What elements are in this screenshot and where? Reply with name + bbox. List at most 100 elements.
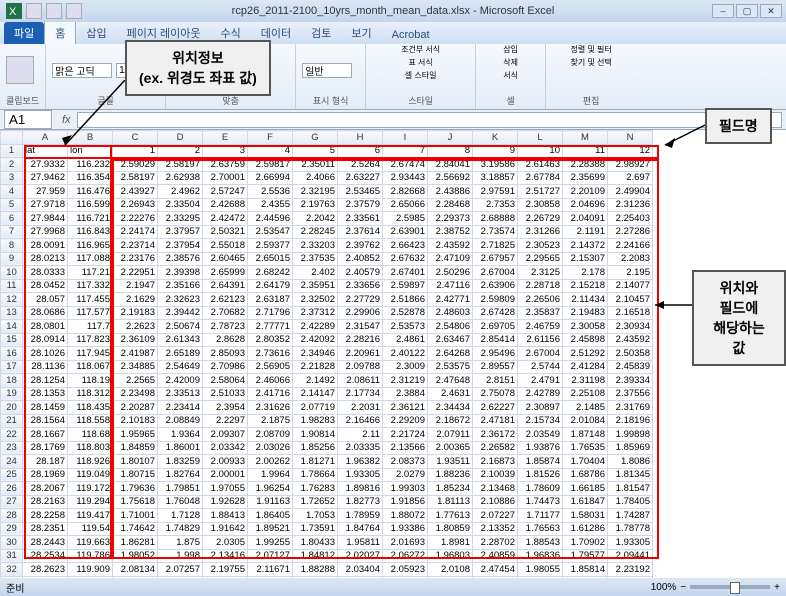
data-cell[interactable]: 2.30897 [518, 401, 563, 415]
data-cell[interactable]: 28.1353 [23, 387, 68, 401]
data-cell[interactable]: 28.1026 [23, 347, 68, 361]
data-cell[interactable]: 28.2623 [23, 563, 68, 577]
data-cell[interactable]: 2.42688 [203, 198, 248, 212]
data-cell[interactable]: 28.2534 [23, 549, 68, 563]
data-cell[interactable]: 1.78664 [293, 468, 338, 482]
data-cell[interactable]: 1.88543 [518, 536, 563, 550]
data-cell[interactable]: 1.875 [158, 536, 203, 550]
data-cell[interactable]: 1.85814 [563, 563, 608, 577]
data-cell[interactable]: 2.40579 [338, 266, 383, 280]
data-cell[interactable]: 116.476 [68, 185, 113, 199]
data-cell[interactable]: 2.67004 [518, 347, 563, 361]
select-all-cell[interactable] [1, 131, 23, 145]
data-cell[interactable]: 2.7353 [473, 198, 518, 212]
data-cell[interactable]: 28.0333 [23, 266, 68, 280]
data-cell[interactable]: 1.98283 [293, 414, 338, 428]
data-cell[interactable]: 2.69705 [473, 320, 518, 334]
data-cell[interactable]: 2.31266 [518, 225, 563, 239]
row-header-14[interactable]: 14 [1, 320, 23, 334]
data-cell[interactable]: 2.4861 [383, 333, 428, 347]
data-cell[interactable]: 2.07127 [248, 549, 293, 563]
data-cell[interactable]: 1.79851 [158, 482, 203, 496]
data-cell[interactable]: 2.1485 [563, 401, 608, 415]
data-cell[interactable]: 2.23414 [158, 401, 203, 415]
data-cell[interactable]: 2.3125 [518, 266, 563, 280]
data-cell[interactable]: 2.80352 [248, 333, 293, 347]
data-cell[interactable]: 2.64391 [203, 279, 248, 293]
data-cell[interactable]: 2.18672 [428, 414, 473, 428]
zoom-out-button[interactable]: − [680, 582, 686, 593]
data-cell[interactable]: 2.28718 [518, 279, 563, 293]
data-cell[interactable]: 28.0801 [23, 320, 68, 334]
data-cell[interactable]: 116.965 [68, 239, 113, 253]
data-cell[interactable]: 2.04696 [563, 198, 608, 212]
data-cell[interactable]: 2.10183 [113, 414, 158, 428]
data-cell[interactable]: 2.51033 [203, 387, 248, 401]
header-cell[interactable]: 9 [473, 144, 518, 158]
data-cell[interactable]: 1.76283 [293, 482, 338, 496]
data-cell[interactable]: 2.85414 [473, 333, 518, 347]
data-cell[interactable]: 2.19763 [293, 198, 338, 212]
data-cell[interactable]: 2.29373 [428, 212, 473, 226]
data-cell[interactable]: 2.35951 [293, 279, 338, 293]
data-cell[interactable]: 1.85874 [518, 455, 563, 469]
data-cell[interactable]: 28.1136 [23, 360, 68, 374]
row-header-22[interactable]: 22 [1, 428, 23, 442]
data-cell[interactable]: 1.83259 [158, 455, 203, 469]
data-cell[interactable]: 1.95811 [338, 536, 383, 550]
maximize-button[interactable]: ▢ [736, 4, 758, 18]
col-header-L[interactable]: L [518, 131, 563, 145]
data-cell[interactable]: 3.19586 [473, 158, 518, 172]
data-cell[interactable]: 2.35166 [158, 279, 203, 293]
data-cell[interactable]: 2.10886 [473, 495, 518, 509]
data-cell[interactable]: 1.9364 [158, 428, 203, 442]
data-cell[interactable]: 2.42009 [158, 374, 203, 388]
data-cell[interactable]: 2.1875 [248, 414, 293, 428]
data-cell[interactable]: 2.5985 [383, 212, 428, 226]
data-cell[interactable]: 1.8086 [608, 455, 653, 469]
data-cell[interactable]: 2.13352 [473, 522, 518, 536]
data-cell[interactable]: 2.402 [293, 266, 338, 280]
data-cell[interactable]: 2.50296 [428, 266, 473, 280]
data-cell[interactable]: 2.28216 [338, 333, 383, 347]
data-cell[interactable]: 118.067 [68, 360, 113, 374]
data-cell[interactable]: 28.2443 [23, 536, 68, 550]
col-header-H[interactable]: H [338, 131, 383, 145]
data-cell[interactable]: 1.89816 [338, 482, 383, 496]
data-cell[interactable]: 2.2042 [293, 212, 338, 226]
data-cell[interactable]: 1.70902 [563, 536, 608, 550]
data-cell[interactable]: 28.2351 [23, 522, 68, 536]
data-cell[interactable]: 2.47181 [473, 414, 518, 428]
data-cell[interactable]: 2.21724 [383, 428, 428, 442]
data-cell[interactable]: 2.93443 [383, 171, 428, 185]
col-header-J[interactable]: J [428, 131, 473, 145]
row-header-27[interactable]: 27 [1, 495, 23, 509]
col-header-N[interactable]: N [608, 131, 653, 145]
data-cell[interactable]: 2.49904 [608, 185, 653, 199]
col-header-D[interactable]: D [158, 131, 203, 145]
data-cell[interactable]: 1.95965 [113, 428, 158, 442]
data-cell[interactable]: 2.17734 [338, 387, 383, 401]
data-cell[interactable]: 2.89557 [473, 360, 518, 374]
data-cell[interactable]: 1.96254 [248, 482, 293, 496]
row-header-21[interactable]: 21 [1, 414, 23, 428]
tab-view[interactable]: 보기 [341, 22, 381, 44]
data-cell[interactable]: 2.13566 [383, 441, 428, 455]
data-cell[interactable]: 2.31198 [563, 374, 608, 388]
data-cell[interactable]: 2.24174 [113, 225, 158, 239]
data-cell[interactable]: 2.85093 [203, 347, 248, 361]
data-cell[interactable]: 2.61463 [518, 158, 563, 172]
data-cell[interactable]: 1.78405 [608, 495, 653, 509]
data-cell[interactable]: 2.43592 [608, 333, 653, 347]
data-cell[interactable]: 2.39398 [158, 266, 203, 280]
data-cell[interactable]: 2.0108 [428, 563, 473, 577]
data-cell[interactable]: 2.31626 [248, 401, 293, 415]
data-cell[interactable]: 27.9332 [23, 158, 68, 172]
data-cell[interactable]: 1.77613 [428, 509, 473, 523]
data-cell[interactable]: 28.2067 [23, 482, 68, 496]
data-cell[interactable]: 2.14077 [608, 279, 653, 293]
data-cell[interactable]: 2.10457 [608, 293, 653, 307]
data-cell[interactable]: 1.78959 [338, 509, 383, 523]
row-header-10[interactable]: 10 [1, 266, 23, 280]
data-cell[interactable]: 2.64268 [428, 347, 473, 361]
